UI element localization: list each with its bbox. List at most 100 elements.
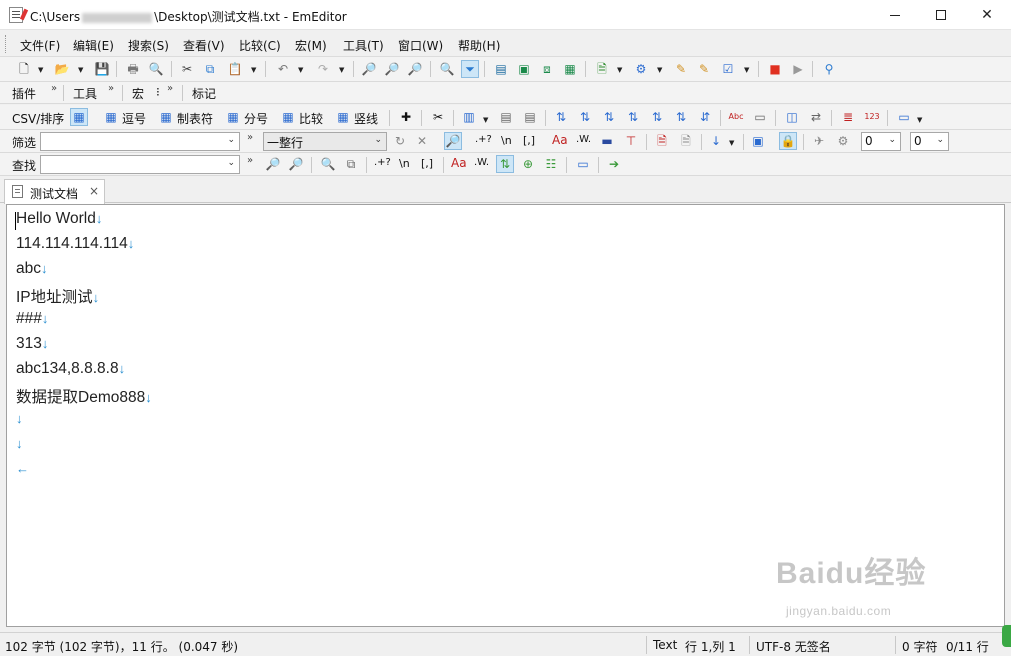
- tools-toolbar-label[interactable]: 工具: [73, 85, 97, 102]
- filter-dropdown-icon[interactable]: ⌄: [227, 135, 235, 145]
- split-window-icon[interactable]: ◫: [783, 108, 801, 126]
- filter-search-icon[interactable]: 🔎: [444, 132, 462, 150]
- plugin-icon[interactable]: ⚲: [820, 60, 838, 78]
- csv-semicolon-button[interactable]: 分号: [244, 110, 268, 127]
- csv-semicolon-icon[interactable]: ▦: [224, 108, 242, 126]
- csv-compare-button[interactable]: 比较: [299, 110, 323, 127]
- line-numbers-icon[interactable]: ≣: [839, 108, 857, 126]
- tab-test-document[interactable]: 测试文档 ×: [4, 179, 105, 204]
- filter-lines-before-select[interactable]: 0 ⌄: [861, 132, 901, 151]
- find-in-files-icon[interactable]: 🔍: [319, 155, 337, 173]
- macro-more-icon[interactable]: »: [167, 83, 173, 94]
- stop-macro-icon[interactable]: ■: [766, 60, 784, 78]
- find-whole-word-toggle[interactable]: .W.: [474, 157, 489, 168]
- ruler-icon[interactable]: ▭: [751, 108, 769, 126]
- print-icon[interactable]: 🖶: [124, 60, 142, 78]
- csv-comma-icon[interactable]: ▦: [102, 108, 120, 126]
- filter-input[interactable]: ⌄: [40, 132, 240, 151]
- undo-dropdown-icon[interactable]: ▼: [298, 66, 303, 74]
- sort-length-descending-icon[interactable]: ⇅: [672, 108, 690, 126]
- find-icon[interactable]: 🔎: [360, 60, 378, 78]
- menu-file[interactable]: 文件(F): [20, 37, 60, 54]
- find-next-bar-icon[interactable]: 🔎: [264, 155, 282, 173]
- find-previous-icon[interactable]: 🔎: [406, 60, 424, 78]
- macro-toolbar-label[interactable]: 宏: [132, 85, 144, 102]
- document-icon[interactable]: 🗎: [593, 60, 611, 78]
- filter-more-icon[interactable]: »: [247, 132, 253, 143]
- sort-numeric-descending-icon[interactable]: ⇅: [624, 108, 642, 126]
- filter-bracket-toggle[interactable]: [,]: [523, 134, 535, 147]
- find-match-case-toggle[interactable]: Aa: [451, 156, 467, 170]
- customize-icon[interactable]: ✎: [672, 60, 690, 78]
- sync-scroll-icon[interactable]: ⇄: [807, 108, 825, 126]
- csv-comma-button[interactable]: 逗号: [122, 110, 146, 127]
- emeditor-app-icon[interactable]: [9, 7, 23, 23]
- menu-compare[interactable]: 比较(C): [239, 37, 281, 54]
- play-macro-icon[interactable]: ▶: [789, 60, 807, 78]
- tools-more-icon[interactable]: »: [108, 83, 114, 94]
- paste-dropdown-icon[interactable]: ▼: [251, 66, 256, 74]
- sort-numeric-ascending-icon[interactable]: ⇅: [600, 108, 618, 126]
- filter-lines-after-dropdown-icon[interactable]: ⌄: [936, 135, 944, 145]
- replace-icon[interactable]: ⧉: [342, 155, 360, 173]
- status-position[interactable]: 行 1,列 1: [685, 638, 736, 655]
- menu-search[interactable]: 搜索(S): [128, 37, 169, 54]
- filter-negative-icon[interactable]: ▬: [598, 132, 616, 150]
- refresh-filter-icon[interactable]: ↻: [391, 132, 409, 150]
- csv-compare-icon[interactable]: ▦: [279, 108, 297, 126]
- checklist-dropdown-icon[interactable]: ▼: [744, 66, 749, 74]
- csv-tools-icon[interactable]: ✂: [429, 108, 447, 126]
- configuration-icon[interactable]: ⚙: [632, 60, 650, 78]
- properties-icon[interactable]: ✎: [695, 60, 713, 78]
- column-select-icon[interactable]: ▥: [460, 108, 478, 126]
- csv-sort-label[interactable]: CSV/排序: [12, 110, 64, 127]
- display-options-dropdown-icon[interactable]: ▼: [917, 116, 922, 124]
- find-dropdown-icon[interactable]: ⌄: [227, 158, 235, 168]
- print-preview-icon[interactable]: 🔍: [147, 60, 165, 78]
- plugins-more-icon[interactable]: »: [51, 83, 57, 94]
- minimize-button[interactable]: [872, 0, 918, 30]
- filter-lines-before-dropdown-icon[interactable]: ⌄: [888, 135, 896, 145]
- csv-pipe-icon[interactable]: ▦: [334, 108, 352, 126]
- cut-icon[interactable]: ✂: [178, 60, 196, 78]
- window-split-icon[interactable]: ▦: [561, 60, 579, 78]
- find-next-icon[interactable]: 🔎: [383, 60, 401, 78]
- window-cascade-icon[interactable]: ⧈: [538, 60, 556, 78]
- plugins-toolbar-label[interactable]: 插件: [12, 85, 36, 102]
- filter-toggle-icon[interactable]: ⏷: [461, 60, 479, 78]
- sort-length-ascending-icon[interactable]: ⇅: [648, 108, 666, 126]
- save-icon[interactable]: 💾: [93, 60, 111, 78]
- filter-lines-after-select[interactable]: 0 ⌄: [910, 132, 949, 151]
- filter-mode-dropdown-icon[interactable]: ⌄: [374, 135, 382, 145]
- redo-icon[interactable]: ↷: [314, 60, 332, 78]
- filter-mode-select[interactable]: 一整行 ⌄: [263, 132, 387, 151]
- spell-check-icon[interactable]: Abc: [727, 108, 745, 126]
- menu-window[interactable]: 窗口(W): [398, 37, 443, 54]
- find-list-icon[interactable]: ☷: [542, 155, 560, 173]
- filter-whole-word-toggle[interactable]: .W.: [576, 134, 591, 145]
- document-dropdown-icon[interactable]: ▼: [617, 66, 622, 74]
- configuration-dropdown-icon[interactable]: ▼: [657, 66, 662, 74]
- find-window-icon[interactable]: ▭: [574, 155, 592, 173]
- filter-regex-toggle[interactable]: .+?: [475, 134, 492, 145]
- redo-dropdown-icon[interactable]: ▼: [339, 66, 344, 74]
- column-show-icon[interactable]: ▤: [521, 108, 539, 126]
- open-folder-icon[interactable]: 📂: [53, 60, 71, 78]
- copy-icon[interactable]: ⧉: [201, 60, 219, 78]
- column-hide-icon[interactable]: ▤: [497, 108, 515, 126]
- find-regex-toggle[interactable]: .+?: [374, 157, 391, 168]
- filter-advanced-icon[interactable]: ↓: [707, 132, 725, 150]
- number-ruler-icon[interactable]: 123: [863, 108, 881, 126]
- undo-icon[interactable]: ↶: [274, 60, 292, 78]
- filter-bookmark-icon[interactable]: 🗎: [653, 132, 671, 150]
- marks-toolbar-label[interactable]: 标记: [192, 85, 216, 102]
- filter-match-case-toggle[interactable]: Aa: [552, 133, 568, 147]
- column-select-dropdown-icon[interactable]: ▼: [483, 116, 488, 124]
- new-dropdown-icon[interactable]: ▼: [38, 66, 43, 74]
- paste-icon[interactable]: 📋: [226, 60, 244, 78]
- csv-normal-mode-icon[interactable]: ▦: [70, 108, 88, 126]
- filter-advanced-dropdown-icon[interactable]: ▼: [729, 139, 734, 147]
- filter-lock-icon[interactable]: 🔒: [779, 132, 797, 150]
- tab-close-icon[interactable]: ×: [89, 184, 99, 198]
- filter-clear-formatting-icon[interactable]: ⊤: [622, 132, 640, 150]
